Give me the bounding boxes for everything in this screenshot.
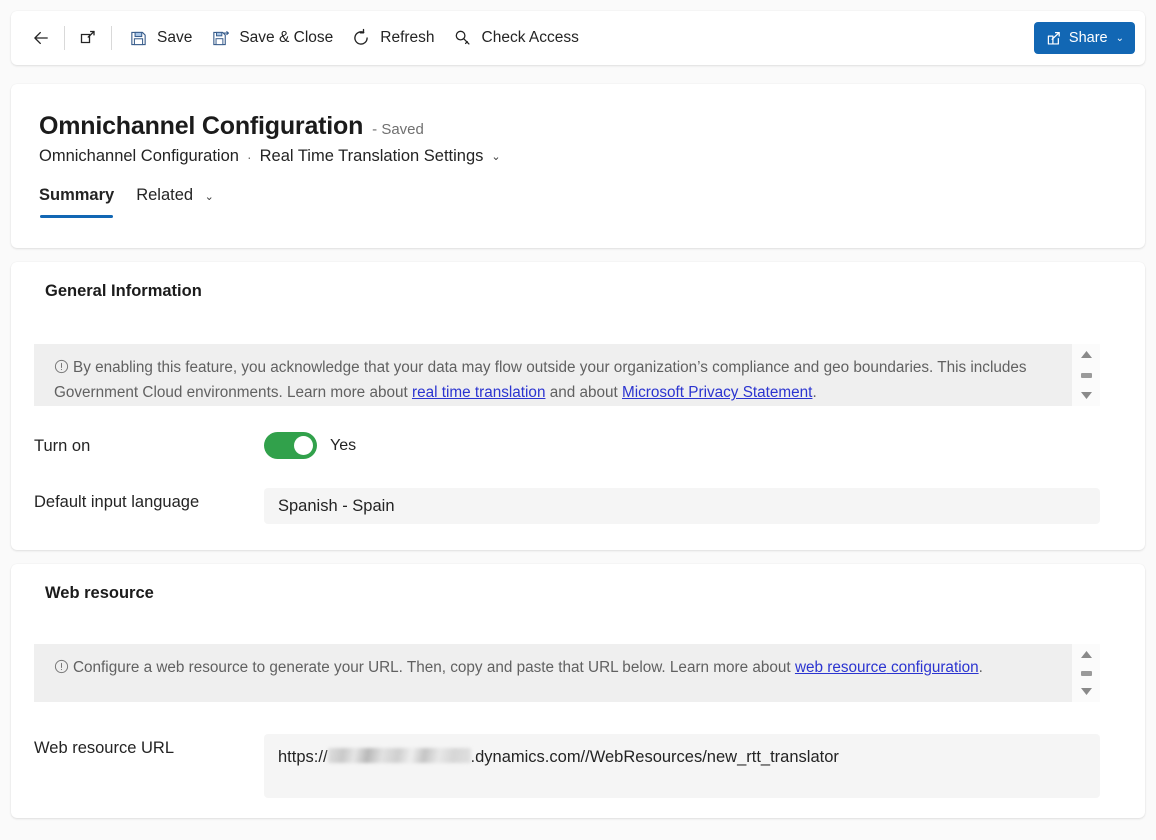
default-input-language-label: Default input language — [34, 488, 264, 512]
breadcrumb-parent[interactable]: Omnichannel Configuration — [39, 147, 239, 166]
record-header-card: Omnichannel Configuration - Saved Omnich… — [11, 84, 1145, 248]
general-information-notification: By enabling this feature, you acknowledg… — [34, 344, 1100, 406]
chevron-down-icon: ⌄ — [491, 150, 500, 163]
web-resource-url-label: Web resource URL — [34, 734, 264, 758]
turn-on-control: Yes — [264, 432, 1100, 459]
breadcrumb: Omnichannel Configuration · Real Time Tr… — [11, 141, 1145, 166]
turn-on-toggle[interactable] — [264, 432, 317, 459]
tab-summary-label: Summary — [39, 186, 114, 204]
notification-text-part-2: and about — [545, 384, 622, 401]
notification-text-part-2: . — [979, 659, 983, 676]
divider — [64, 26, 65, 50]
url-prefix: https:// — [278, 748, 328, 766]
arrow-left-icon — [31, 28, 51, 48]
scrollbar-thumb[interactable] — [1081, 671, 1092, 676]
web-resource-heading: Web resource — [11, 564, 1145, 603]
turn-on-toggle-wrap: Yes — [264, 432, 1100, 459]
scrollbar-thumb[interactable] — [1081, 373, 1092, 378]
web-resource-notification: Configure a web resource to generate you… — [34, 644, 1100, 702]
info-circle-icon — [54, 658, 69, 681]
form-tablist: Summary Related ⌄ — [11, 166, 1145, 213]
share-button-label: Share — [1069, 30, 1108, 46]
breadcrumb-current-form-selector[interactable]: Real Time Translation Settings ⌄ — [260, 147, 501, 166]
default-input-language-control: Spanish - Spain — [264, 488, 1100, 524]
scroll-down-arrow-icon[interactable] — [1080, 687, 1093, 696]
turn-on-field-row: Turn on Yes — [34, 432, 1100, 459]
back-button[interactable] — [25, 20, 57, 56]
chevron-down-icon: ⌄ — [205, 191, 214, 203]
save-floppy-icon — [128, 28, 148, 48]
turn-on-label: Turn on — [34, 432, 264, 456]
save-and-close-button[interactable]: Save & Close — [201, 20, 342, 56]
notification-text-part-1: Configure a web resource to generate you… — [73, 659, 795, 676]
record-form-page: Save Save & Close Refresh — [0, 0, 1156, 840]
general-information-heading: General Information — [11, 262, 1145, 301]
web-resource-url-field-row: Web resource URL https:// .dynamics.com//… — [34, 734, 1100, 798]
refresh-button-label: Refresh — [380, 29, 434, 47]
breadcrumb-separator: · — [247, 149, 252, 165]
key-icon — [453, 28, 473, 48]
divider — [111, 26, 112, 50]
popout-icon — [78, 28, 98, 48]
save-and-close-button-label: Save & Close — [239, 29, 333, 47]
refresh-button[interactable]: Refresh — [342, 20, 443, 56]
redacted-org-name — [328, 748, 471, 763]
tab-summary[interactable]: Summary — [39, 186, 114, 213]
web-resource-configuration-link[interactable]: web resource configuration — [795, 659, 979, 676]
notification-scrollbar[interactable] — [1072, 644, 1100, 702]
check-access-button-label: Check Access — [482, 29, 579, 47]
breadcrumb-current-label: Real Time Translation Settings — [260, 147, 484, 166]
scroll-down-arrow-icon[interactable] — [1080, 391, 1093, 400]
notification-text-part-3: . — [812, 384, 816, 401]
web-resource-link-part-2: configuration — [891, 659, 979, 676]
refresh-icon — [351, 28, 371, 48]
save-button[interactable]: Save — [119, 20, 201, 56]
page-title: Omnichannel Configuration — [39, 112, 363, 141]
real-time-translation-link[interactable]: real time translation — [412, 384, 545, 401]
share-button[interactable]: Share ⌄ — [1034, 22, 1135, 54]
scroll-up-arrow-icon[interactable] — [1080, 650, 1093, 659]
check-access-button[interactable]: Check Access — [444, 20, 588, 56]
web-resource-url-control: https:// .dynamics.com//WebResources/new_… — [264, 734, 1100, 798]
open-in-new-window-button[interactable] — [72, 20, 104, 56]
turn-on-value: Yes — [330, 437, 356, 455]
tab-related[interactable]: Related ⌄ — [136, 186, 214, 213]
page-title-row: Omnichannel Configuration - Saved — [11, 84, 1145, 141]
notification-text: Configure a web resource to generate you… — [34, 644, 1072, 702]
record-save-state: - Saved — [372, 121, 424, 138]
web-resource-link-part-1: web resource — [795, 659, 887, 676]
notification-text: By enabling this feature, you acknowledg… — [34, 344, 1072, 406]
save-close-floppy-icon — [210, 28, 230, 48]
web-resource-url-input[interactable]: https:// .dynamics.com//WebResources/new_… — [264, 734, 1100, 798]
default-input-language-field-row: Default input language Spanish - Spain — [34, 488, 1100, 524]
toggle-knob — [294, 436, 313, 455]
notification-scrollbar[interactable] — [1072, 344, 1100, 406]
scroll-up-arrow-icon[interactable] — [1080, 350, 1093, 359]
save-button-label: Save — [157, 29, 192, 47]
share-icon — [1045, 30, 1062, 47]
default-input-language-input[interactable]: Spanish - Spain — [264, 488, 1100, 524]
tab-related-label: Related — [136, 186, 193, 204]
info-circle-icon — [54, 358, 69, 381]
microsoft-privacy-statement-link[interactable]: Microsoft Privacy Statement — [622, 384, 812, 401]
command-bar: Save Save & Close Refresh — [11, 11, 1145, 65]
chevron-down-icon: ⌄ — [1116, 33, 1124, 44]
url-suffix: .dynamics.com//WebResources/new_rtt_tran… — [471, 748, 839, 766]
